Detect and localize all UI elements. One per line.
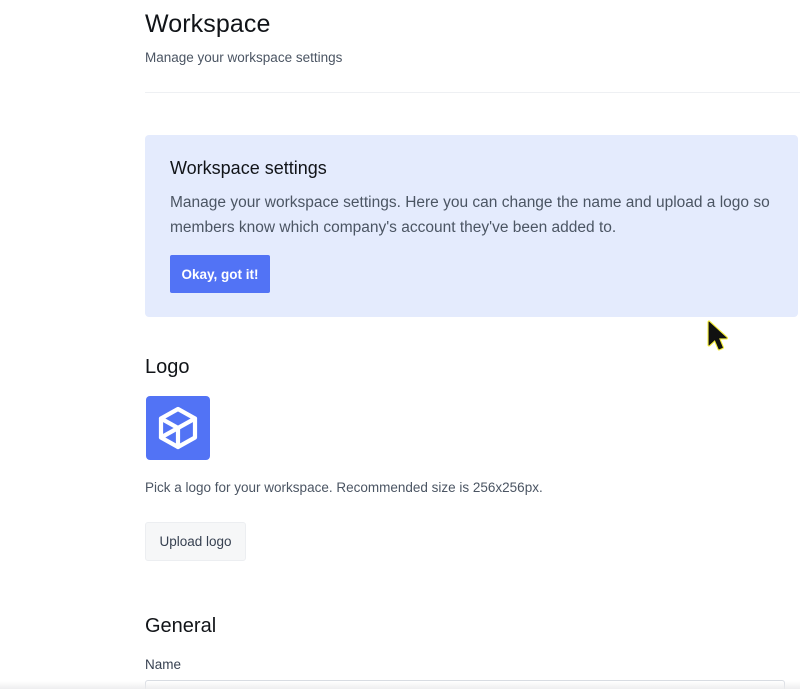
upload-logo-button[interactable]: Upload logo [145, 522, 246, 561]
logo-section-title: Logo [145, 356, 190, 378]
dismiss-callout-button[interactable]: Okay, got it! [170, 255, 270, 293]
cube-icon [158, 406, 198, 450]
callout-text: Manage your workspace settings. Here you… [170, 194, 770, 236]
name-field[interactable] [145, 680, 785, 689]
name-field-label: Name [145, 657, 182, 672]
general-section-title: General [145, 615, 217, 637]
page-title: Workspace [145, 10, 271, 38]
workspace-logo [146, 396, 210, 460]
workspace-settings-page: Workspace Manage your workspace settings… [0, 0, 800, 689]
callout-title: Workspace settings [170, 158, 327, 178]
logo-hint: Pick a logo for your workspace. Recommen… [145, 480, 543, 495]
info-callout: Workspace settings Manage your workspace… [145, 135, 798, 317]
mouse-pointer-icon [707, 320, 728, 351]
header-divider [145, 92, 800, 93]
page-subtitle: Manage your workspace settings [145, 50, 343, 65]
